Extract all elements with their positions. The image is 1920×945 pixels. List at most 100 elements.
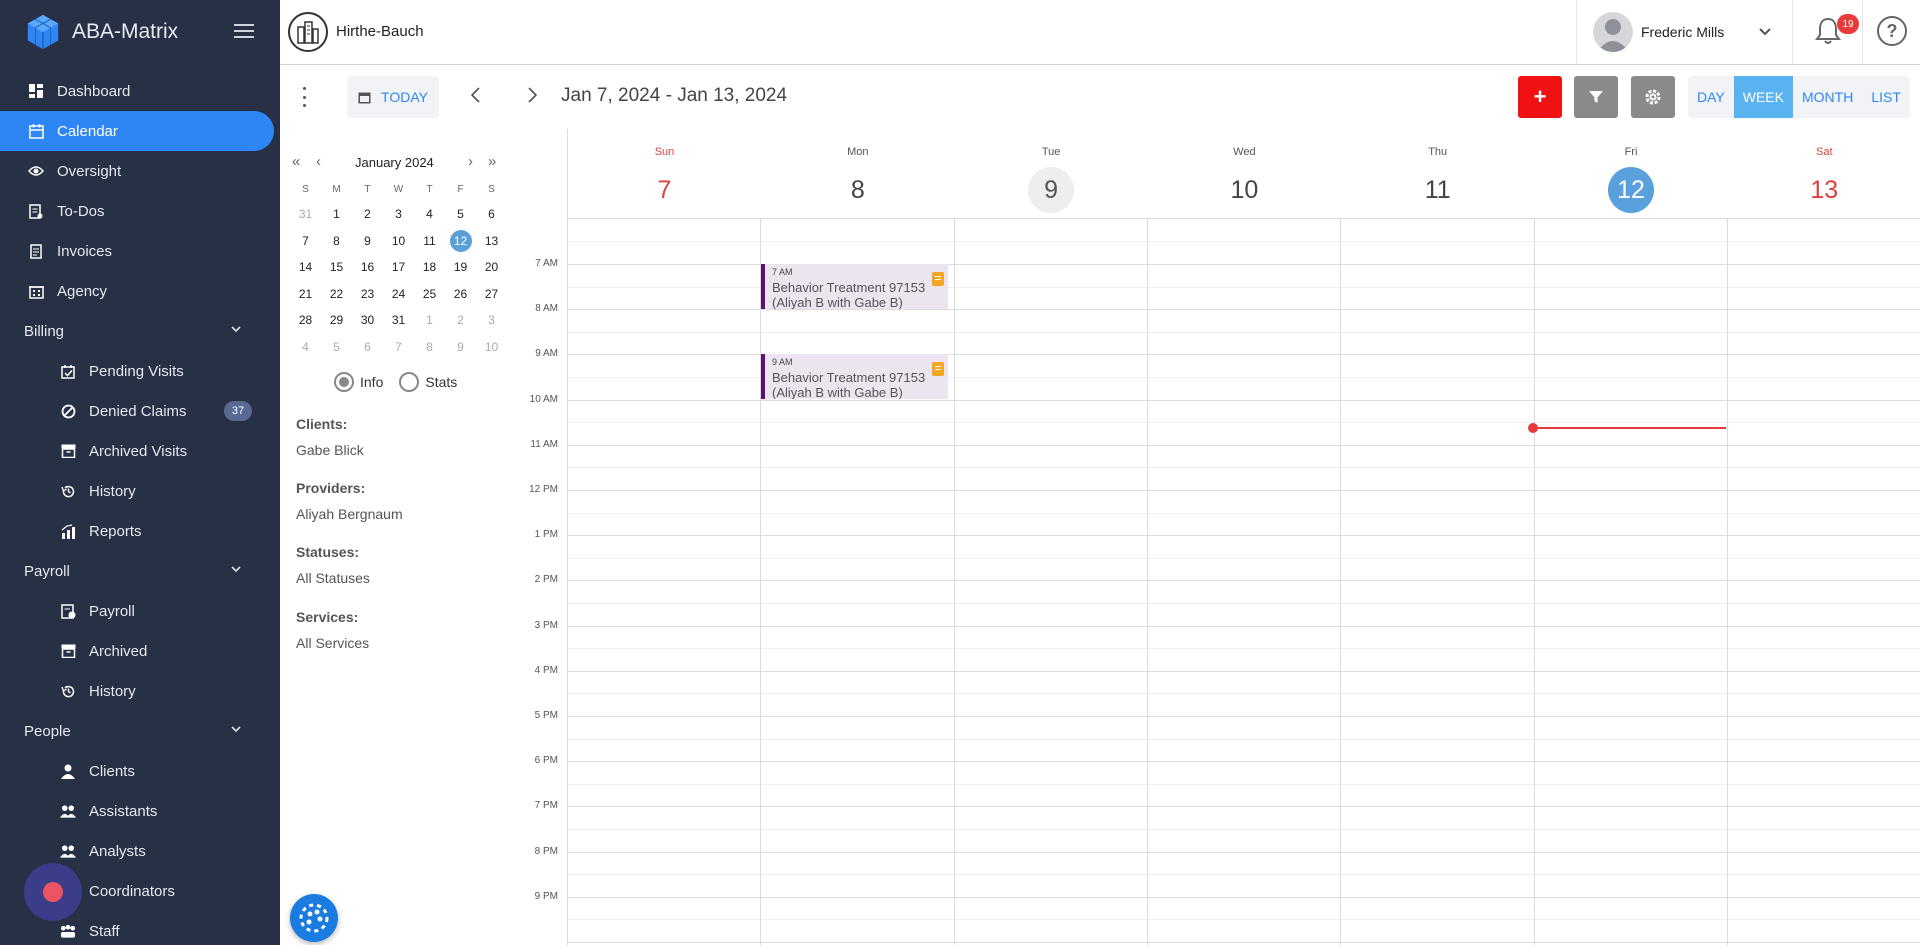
mini-calendar-day[interactable]: 2 (352, 201, 383, 228)
view-day-button[interactable]: DAY (1688, 76, 1734, 118)
chevron-left-icon[interactable] (466, 85, 486, 105)
mini-calendar-day[interactable]: 10 (476, 334, 507, 361)
day-header-wed[interactable]: Wed 10 (1148, 129, 1341, 219)
today-button[interactable]: TODAY (347, 76, 439, 118)
mini-calendar-day[interactable]: 30 (352, 307, 383, 334)
mini-calendar-day[interactable]: 4 (414, 201, 445, 228)
mini-calendar-day[interactable]: 24 (383, 281, 414, 308)
sidebar-item-billing-history[interactable]: History (0, 471, 280, 511)
help-button[interactable]: ? (1862, 0, 1920, 64)
notifications-button[interactable]: 19 (1792, 0, 1862, 64)
mini-calendar-day[interactable]: 31 (383, 307, 414, 334)
mini-calendar-day[interactable]: 8 (414, 334, 445, 361)
mini-calendar-day[interactable]: 22 (321, 281, 352, 308)
calendar-event[interactable]: 7 AM Behavior Treatment 97153 (Aliyah B wi… (761, 264, 948, 309)
mini-calendar-day[interactable]: 5 (321, 334, 352, 361)
sidebar-section-payroll[interactable]: Payroll (0, 551, 280, 591)
mini-calendar-day[interactable]: 14 (290, 254, 321, 281)
sidebar-section-people[interactable]: People (0, 711, 280, 751)
record-button[interactable] (24, 863, 82, 921)
sidebar-item-denied-claims[interactable]: Denied Claims 37 (0, 391, 280, 431)
mini-calendar-day[interactable]: 1 (321, 201, 352, 228)
mini-calendar-day[interactable]: 6 (476, 201, 507, 228)
sidebar-item-payroll-archived[interactable]: Archived (0, 631, 280, 671)
mini-calendar-day[interactable]: 18 (414, 254, 445, 281)
stats-radio[interactable] (399, 372, 420, 392)
sidebar-item-assistants[interactable]: Assistants (0, 791, 280, 831)
hour-line (567, 716, 1920, 717)
view-month-button[interactable]: MONTH (1793, 76, 1862, 118)
sidebar-item-archived-visits[interactable]: Archived Visits (0, 431, 280, 471)
time-grid[interactable]: 7 AM 8 AM 9 AM 10 AM 11 AM 12 PM 1 PM 2 PM 3 PM 4… (510, 219, 1920, 945)
next-month-icon[interactable]: › (468, 153, 473, 170)
sidebar-item-pending-visits[interactable]: Pending Visits (0, 351, 280, 391)
mini-calendar-day[interactable]: 21 (290, 281, 321, 308)
mini-calendar-day[interactable]: 7 (383, 334, 414, 361)
mini-calendar-day[interactable]: 3 (383, 201, 414, 228)
mini-calendar-day[interactable]: 19 (445, 254, 476, 281)
chevron-right-icon[interactable] (522, 85, 542, 105)
next-year-icon[interactable]: » (488, 153, 496, 170)
day-header-sat[interactable]: Sat 13 (1728, 129, 1920, 219)
statuses-filter[interactable]: Statuses: All Statuses (296, 544, 370, 586)
day-header-sun[interactable]: Sun 7 (568, 129, 761, 219)
mini-calendar-day[interactable]: 15 (321, 254, 352, 281)
calendar-event[interactable]: 9 AM Behavior Treatment 97153 (Aliyah B wi… (761, 354, 948, 400)
mini-calendar-day[interactable]: 11 (414, 228, 445, 255)
sidebar-item-agency[interactable]: Agency (0, 271, 280, 311)
mini-calendar-day[interactable]: 16 (352, 254, 383, 281)
mini-calendar-day[interactable]: 10 (383, 228, 414, 255)
sidebar-item-calendar[interactable]: Calendar (0, 111, 274, 151)
sidebar-item-payroll[interactable]: Payroll (0, 591, 280, 631)
mini-calendar-day[interactable]: 23 (352, 281, 383, 308)
user-menu[interactable]: Frederic Mills (1576, 0, 1792, 64)
day-header-mon[interactable]: Mon 8 (761, 129, 954, 219)
sidebar-section-billing[interactable]: Billing (0, 311, 280, 351)
mini-calendar-day[interactable]: 9 (445, 334, 476, 361)
sidebar-item-oversight[interactable]: Oversight (0, 151, 280, 191)
view-week-button[interactable]: WEEK (1733, 76, 1793, 118)
mini-calendar-day[interactable]: 5 (445, 201, 476, 228)
mini-calendar-day[interactable]: 8 (321, 228, 352, 255)
clients-filter[interactable]: Clients: Gabe Blick (296, 416, 364, 458)
palette-button[interactable] (290, 894, 338, 942)
mini-calendar-day[interactable]: 29 (321, 307, 352, 334)
mini-calendar-day[interactable]: 3 (476, 307, 507, 334)
mini-calendar-day[interactable]: 28 (290, 307, 321, 334)
mini-calendar-day[interactable]: 13 (476, 228, 507, 255)
add-event-button[interactable]: + (1518, 76, 1562, 118)
mini-calendar-day[interactable]: 27 (476, 281, 507, 308)
providers-filter[interactable]: Providers: Aliyah Bergnaum (296, 480, 403, 522)
mini-calendar-day[interactable]: 2 (445, 307, 476, 334)
mini-calendar-day[interactable]: 26 (445, 281, 476, 308)
services-filter[interactable]: Services: All Services (296, 609, 369, 651)
settings-button[interactable] (1631, 76, 1675, 118)
mini-calendar-day[interactable]: 9 (352, 228, 383, 255)
sidebar-item-reports[interactable]: Reports (0, 511, 280, 551)
mini-calendar-day[interactable]: 7 (290, 228, 321, 255)
prev-year-icon[interactable]: « (292, 153, 300, 170)
menu-toggle-icon[interactable] (234, 20, 254, 42)
sidebar-item-payroll-history[interactable]: History (0, 671, 280, 711)
more-options-icon[interactable] (300, 87, 308, 107)
mini-calendar-day[interactable]: 17 (383, 254, 414, 281)
sidebar-item-clients[interactable]: Clients (0, 751, 280, 791)
day-header-fri[interactable]: Fri 12 (1535, 129, 1728, 219)
day-header-thu[interactable]: Thu 11 (1341, 129, 1534, 219)
mini-calendar-day[interactable]: 1 (414, 307, 445, 334)
view-list-button[interactable]: LIST (1862, 76, 1910, 118)
info-radio[interactable] (334, 372, 354, 392)
mini-calendar-day[interactable]: 12 (445, 228, 476, 255)
mini-calendar-day[interactable]: 4 (290, 334, 321, 361)
mini-calendar-day[interactable]: 6 (352, 334, 383, 361)
sidebar-item-todos[interactable]: To-Dos (0, 191, 280, 231)
mini-calendar-day[interactable]: 25 (414, 281, 445, 308)
sidebar-item-dashboard[interactable]: Dashboard (0, 71, 280, 111)
day-header-tue[interactable]: Tue 9 (955, 129, 1148, 219)
mini-calendar-day[interactable]: 31 (290, 201, 321, 228)
hour-line (567, 309, 1920, 311)
prev-month-icon[interactable]: ‹ (316, 153, 321, 170)
mini-calendar-day[interactable]: 20 (476, 254, 507, 281)
sidebar-item-invoices[interactable]: Invoices (0, 231, 280, 271)
filter-button[interactable] (1574, 76, 1618, 118)
